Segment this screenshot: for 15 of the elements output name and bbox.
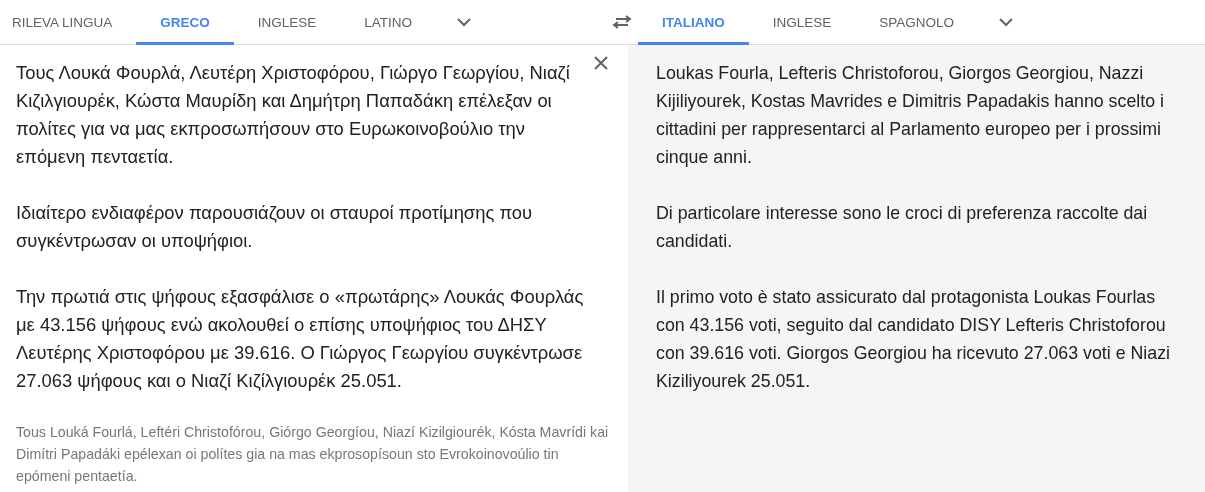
language-tab[interactable]: LATINO xyxy=(340,0,437,45)
language-tab[interactable]: INGLESE xyxy=(233,0,341,45)
transliteration-text: Tous Louká Fourlá, Leftéri Christofórou, Giórgo Georgíou, Niazí Kizilgiourék, Kósta Mavrídi kai Dimítri Papadáki epélexan oi polítes gia na mas ekprosopísoun sto Evrokoinovoúlio tin epómeni pentaetía. xyxy=(16,423,610,486)
source-paragraph: Τους Λουκά Φουρλά, Λευτέρη Χριστοφόρου, Γιώργο Γεωργίου, Νιαζί Κιζιλγιουρέκ, Κώστα Μαυρίδη και Δημήτρη Παπαδάκη επέλεξαν οι πολίτες για να μας εκπροσωπήσουν στο Ευρωκοινοβούλιο την επόμενη πενταετία. xyxy=(16,61,571,169)
translation-paragraph: Di particolare interesse sono le croci di preferenza raccolte dai candidati. xyxy=(656,202,1149,253)
language-tab[interactable]: RILEVA LINGUA xyxy=(0,0,137,45)
language-tab[interactable]: GRECO xyxy=(136,0,234,45)
translation-paragraph: Loukas Fourla, Lefteris Christoforou, Giorgos Georgiou, Nazzi Kijiliyourek, Kostas Mavrides e Dimitris Papadakis hanno scelto i cittadini per rappresentarci al Parlamento europeo per i prossimi cinque anni. xyxy=(656,62,1165,169)
swap-arrows-icon[interactable] xyxy=(612,15,632,29)
language-tab[interactable]: SPAGNOLO xyxy=(855,0,979,45)
translation-paragraph: Il primo voto è stato assicurato dal protagonista Loukas Fourlas con 43.156 voti, seguito dal candidato DISY Lefteris Christoforou con 39.616 voti. Giorgos Georgiou ha ricevuto 27.063 voti e Niazi Kiziliyourek 25.051. xyxy=(656,286,1171,393)
language-tab[interactable]: INGLESE xyxy=(748,0,856,45)
source-paragraph: Την πρωτιά στις ψήφους εξασφάλισε ο «πρωτάρης» Λουκάς Φουρλάς με 43.156 ψήφους ενώ ακολουθεί ο επίσης υποψήφιος του ΔΗΣΥ Λευτέρης Χριστοφόρου με 39.616. Ο Γιώργος Γεωργίου συγκέντρωσε 27.063 ψήφους και ο Νιαζί Κιζίλγιουρέκ 25.051. xyxy=(16,285,585,393)
close-icon[interactable] xyxy=(594,56,608,70)
source-paragraph: Ιδιαίτερο ενδιαφέρον παρουσιάζουν οι σταυροί προτίμησης που συγκέντρωσαν οι υποψήφιοι. xyxy=(16,201,534,253)
